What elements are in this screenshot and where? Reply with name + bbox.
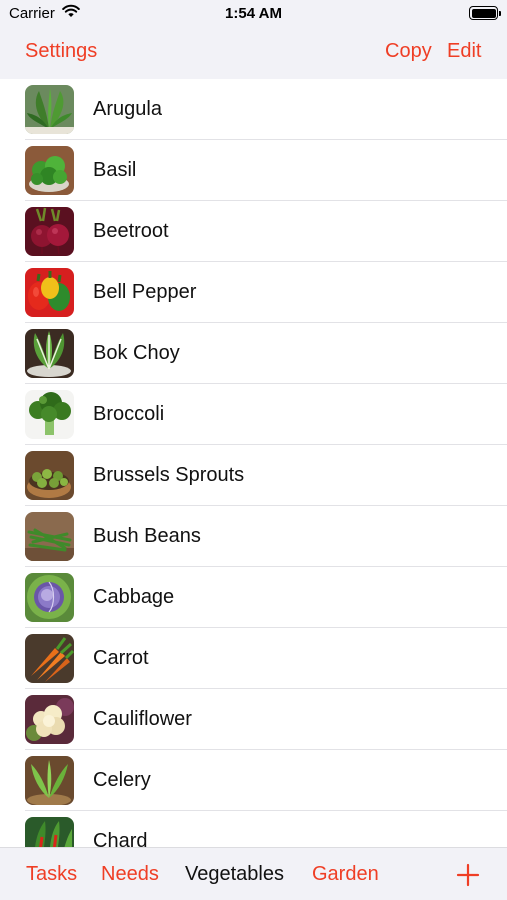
bok-choy-icon [25, 329, 74, 378]
cabbage-icon [25, 573, 74, 622]
edit-button[interactable]: Edit [447, 40, 481, 63]
list-item-label: Carrot [93, 647, 149, 669]
list-item-label: Chard [93, 830, 148, 847]
list-item[interactable]: Basil [0, 140, 507, 201]
bush-beans-icon [25, 512, 74, 561]
tab-garden[interactable]: Garden [312, 863, 379, 886]
add-icon[interactable] [455, 862, 481, 888]
list-item-label: Brussels Sprouts [93, 464, 245, 486]
celery-icon [25, 756, 74, 805]
broccoli-icon [25, 390, 74, 439]
cauliflower-icon [25, 695, 74, 744]
list-item[interactable]: Chard [0, 811, 507, 847]
list-item[interactable]: Arugula [0, 79, 507, 140]
chard-icon [25, 817, 74, 847]
list-item-label: Bok Choy [93, 342, 180, 364]
carrot-icon [25, 634, 74, 683]
settings-button[interactable]: Settings [25, 40, 97, 63]
list-item[interactable]: Bush Beans [0, 506, 507, 567]
list-item[interactable]: Cauliflower [0, 689, 507, 750]
tab-vegetables[interactable]: Vegetables [185, 863, 284, 886]
list-item[interactable]: Carrot [0, 628, 507, 689]
list-item[interactable]: Bok Choy [0, 323, 507, 384]
battery-icon [469, 6, 501, 20]
brussels-sprouts-icon [25, 451, 74, 500]
list-item-label: Basil [93, 159, 137, 181]
list-item[interactable]: Brussels Sprouts [0, 445, 507, 506]
list-item[interactable]: Broccoli [0, 384, 507, 445]
copy-button[interactable]: Copy [385, 40, 432, 63]
basil-icon [25, 146, 74, 195]
tab-bar: Tasks Needs Vegetables Garden [0, 847, 507, 900]
tab-tasks[interactable]: Tasks [26, 863, 77, 886]
tab-needs[interactable]: Needs [101, 863, 159, 886]
arugula-icon [25, 85, 74, 134]
list-item[interactable]: Beetroot [0, 201, 507, 262]
list-item-label: Arugula [93, 98, 162, 120]
list-item-label: Bell Pepper [93, 281, 197, 303]
bell-pepper-icon [25, 268, 74, 317]
list-item-label: Bush Beans [93, 525, 201, 547]
list-item-label: Cauliflower [93, 708, 192, 730]
list-item[interactable]: Bell Pepper [0, 262, 507, 323]
beetroot-icon [25, 207, 74, 256]
clock-time: 1:54 AM [225, 5, 282, 22]
list-item-label: Beetroot [93, 220, 169, 242]
navigation-bar: Settings Copy Edit [0, 28, 507, 79]
list-item-label: Broccoli [93, 403, 165, 425]
status-bar: Carrier 1:54 AM [0, 0, 507, 28]
vegetable-list[interactable]: Arugula Basil Beetroot Bell Pepper Bok Choy B… [0, 79, 507, 847]
list-item-label: Celery [93, 769, 151, 791]
list-item-label: Cabbage [93, 586, 175, 608]
list-item[interactable]: Celery [0, 750, 507, 811]
list-item[interactable]: Cabbage [0, 567, 507, 628]
